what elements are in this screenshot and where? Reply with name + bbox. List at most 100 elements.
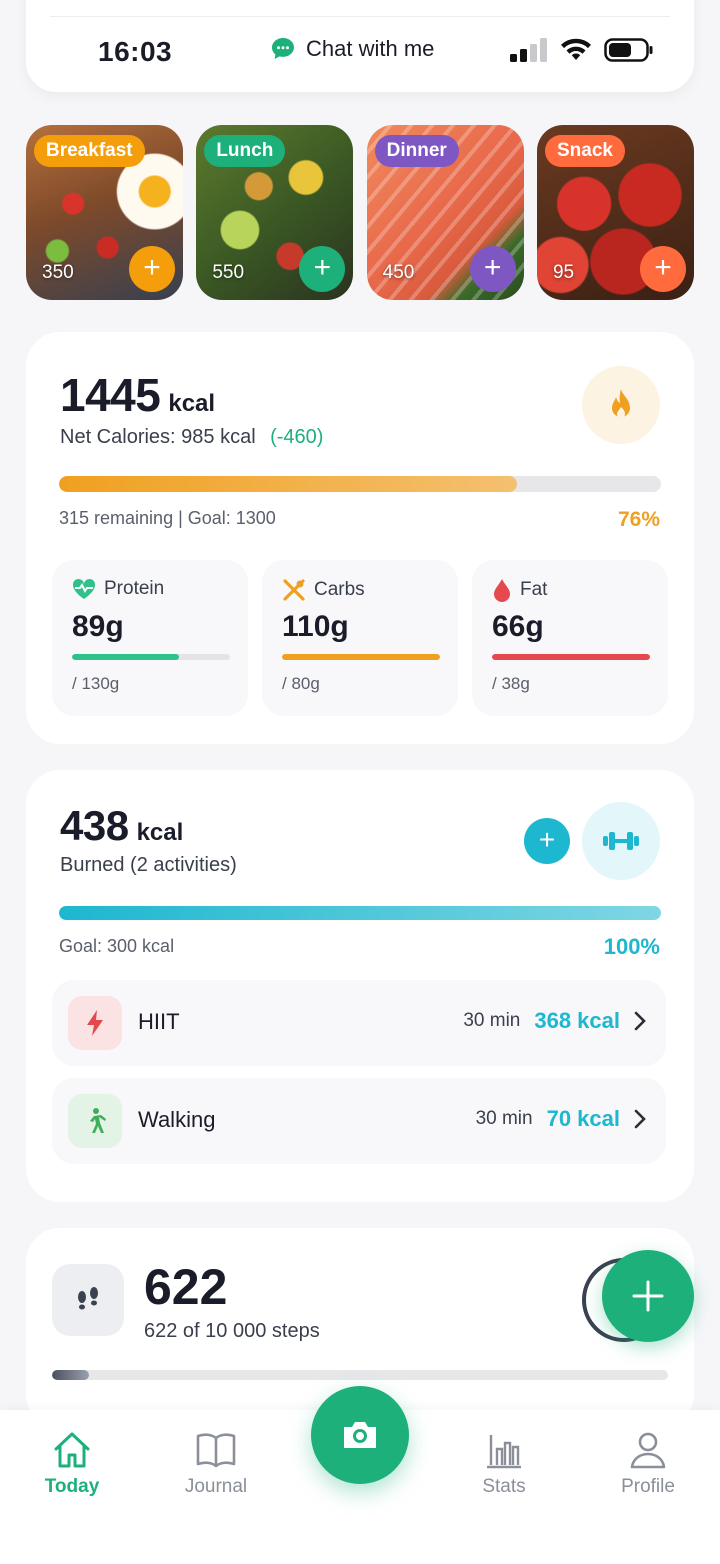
calories-progress-fill: [59, 476, 517, 492]
steps-count: 622: [144, 1259, 228, 1315]
macro-value: 89g: [72, 610, 124, 643]
activity-icon: [68, 1094, 122, 1148]
activity-kcal: 70 kcal: [546, 1106, 620, 1131]
nav-label: Profile: [621, 1476, 675, 1497]
macro-name: Fat: [520, 579, 548, 600]
steps-progress-fill: [52, 1370, 89, 1380]
flame-icon: [612, 389, 630, 418]
chevron-right-icon: [634, 1011, 646, 1031]
net-calories-diff: (-460): [270, 426, 324, 448]
footprints-icon: [78, 1287, 98, 1310]
meal-tag: Snack: [544, 135, 625, 167]
burned-card[interactable]: 438 kcal Burned (2 activities) + Goal: 30…: [26, 770, 694, 1202]
status-bar: 16:03 Chat with me: [26, 0, 694, 92]
nav-journal[interactable]: Journal: [156, 1428, 276, 1498]
activity-duration: 30 min: [475, 1108, 533, 1129]
meal-tag: Dinner: [374, 135, 459, 167]
nav-label: Stats: [482, 1476, 526, 1497]
macro-goal: / 130g: [72, 674, 120, 693]
dumbbell-badge[interactable]: [582, 802, 660, 880]
steps-detail: 622 of 10 000 steps: [144, 1320, 320, 1342]
meal-tag: Breakfast: [34, 135, 145, 167]
divider: [50, 16, 670, 17]
chat-button[interactable]: Chat with me: [270, 36, 434, 62]
status-icons: [510, 38, 654, 62]
macro-name: Protein: [104, 578, 165, 599]
calories-value: 1445: [60, 369, 161, 421]
flame-badge: [582, 366, 660, 444]
macro-progress-fill: [492, 654, 650, 660]
heart-pulse-icon: [72, 578, 96, 599]
calories-remaining: 315 remaining | Goal: 1300: [59, 508, 276, 528]
burned-label: Burned (2 activities): [60, 854, 237, 876]
nav-profile[interactable]: Profile: [588, 1428, 708, 1498]
plus-icon: [632, 1280, 664, 1312]
macro-progress-fill: [72, 654, 180, 660]
net-calories: Net Calories: 985 kcal (-460): [60, 426, 323, 449]
macro-progress-fill: [282, 654, 440, 660]
add-dinner-button[interactable]: +: [469, 246, 516, 292]
home-icon: [54, 1432, 90, 1468]
nav-label: Journal: [184, 1476, 248, 1497]
macro-header: Protein: [72, 578, 164, 600]
macro-goal: / 80g: [282, 674, 320, 693]
macro-carbs[interactable]: Carbs 110g / 80g: [262, 560, 458, 716]
bar-chart-icon: [487, 1435, 521, 1469]
calories-card[interactable]: 1445 kcal Net Calories: 985 kcal (-460) 3…: [26, 332, 694, 744]
book-icon: [196, 1433, 236, 1468]
camera-button[interactable]: [311, 1386, 409, 1484]
nav-label: Today: [44, 1476, 100, 1497]
meal-tiles: Breakfast 350 + Lunch 550 + Dinner 450 +…: [26, 125, 694, 300]
activity-summary: 30 min 70 kcal: [476, 1106, 646, 1132]
wifi-icon: [561, 38, 591, 60]
burned-unit: kcal: [136, 819, 184, 846]
burned-value: 438: [60, 802, 129, 849]
macro-header: Carbs: [282, 578, 365, 602]
macro-progress-bar: [492, 654, 650, 660]
calories-percent: 76%: [617, 508, 660, 531]
add-breakfast-button[interactable]: +: [129, 246, 175, 292]
chat-label: Chat with me: [306, 36, 435, 61]
walking-icon: [90, 1108, 106, 1133]
macro-progress-bar: [282, 654, 440, 660]
status-time: 16:03: [98, 36, 173, 67]
net-calories-label: Net Calories: 985 kcal: [60, 426, 256, 448]
calories-total: 1445 kcal: [60, 368, 215, 422]
meal-tile-snack[interactable]: Snack 95 +: [536, 125, 694, 300]
calories-progress-bar: [59, 476, 661, 492]
burned-percent: 100%: [603, 934, 660, 959]
add-snack-button[interactable]: +: [639, 246, 686, 292]
activity-name: Walking: [138, 1107, 216, 1132]
macro-name: Carbs: [314, 579, 365, 600]
add-activity-button[interactable]: +: [524, 818, 570, 864]
activity-name: HIIT: [138, 1009, 180, 1034]
meal-tag: Lunch: [204, 135, 286, 167]
burned-progress-bar: [59, 906, 661, 920]
meal-tile-breakfast[interactable]: Breakfast 350 +: [26, 125, 183, 300]
chat-bubble-icon: [272, 38, 294, 59]
burned-goal: Goal: 300 kcal: [59, 936, 175, 956]
meal-kcal: 450: [382, 262, 415, 283]
activity-row-walking[interactable]: Walking 30 min 70 kcal: [52, 1078, 666, 1164]
activity-kcal: 368 kcal: [534, 1008, 620, 1033]
macro-fat[interactable]: Fat 66g / 38g: [472, 560, 668, 716]
drop-icon: [494, 579, 510, 602]
chevron-right-icon: [634, 1109, 646, 1129]
nav-today[interactable]: Today: [12, 1428, 132, 1498]
activity-row-hiit[interactable]: HIIT 30 min 368 kcal: [52, 980, 666, 1066]
nav-stats[interactable]: Stats: [444, 1428, 564, 1498]
meal-tile-dinner[interactable]: Dinner 450 +: [366, 125, 524, 300]
burned-progress-fill: [59, 906, 661, 920]
meal-tile-lunch[interactable]: Lunch 550 +: [196, 125, 354, 300]
burned-total: 438 kcal: [60, 802, 183, 850]
steps-progress-bar: [52, 1370, 668, 1380]
macro-progress-bar: [72, 654, 230, 660]
calories-unit: kcal: [168, 390, 216, 417]
steps-badge: [52, 1264, 124, 1336]
user-icon: [630, 1432, 666, 1469]
add-lunch-button[interactable]: +: [299, 246, 346, 292]
macro-header: Fat: [492, 578, 547, 602]
floating-add-button[interactable]: [602, 1250, 694, 1342]
macro-protein[interactable]: Protein 89g / 130g: [52, 560, 248, 716]
macro-goal: / 38g: [492, 674, 530, 693]
